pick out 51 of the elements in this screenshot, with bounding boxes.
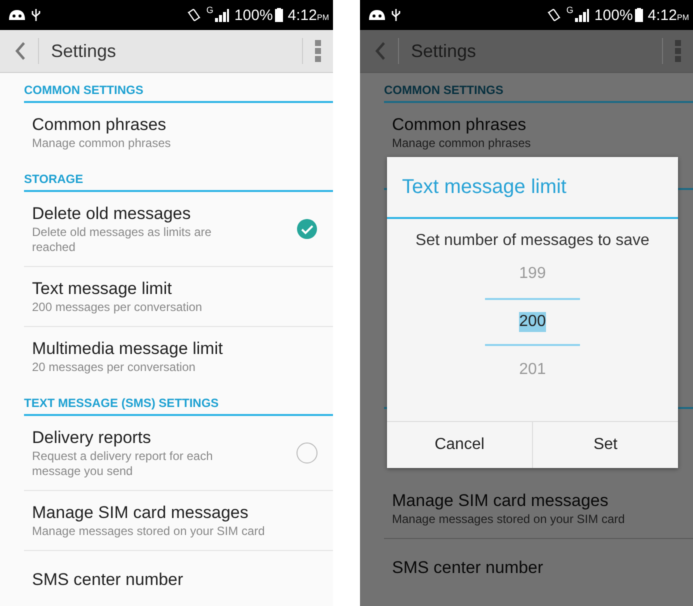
checkbox[interactable] [296, 218, 318, 240]
setting-summary: Request a delivery report for each message you send [32, 449, 214, 479]
overflow-menu-icon[interactable] [315, 40, 321, 62]
robot-icon [368, 9, 386, 21]
setting-title[interactable]: Manage SIM card messages [392, 490, 678, 512]
section-header: TEXT MESSAGE (SMS) SETTINGS [24, 396, 219, 410]
clock: 4:12PM [288, 6, 329, 24]
vibrate-icon [187, 8, 202, 22]
dialog-button[interactable]: Set [532, 422, 678, 468]
section-header: STORAGE [24, 172, 84, 186]
overflow-menu-icon[interactable] [675, 40, 681, 62]
robot-icon [8, 9, 26, 21]
section-header: COMMON SETTINGS [384, 83, 504, 97]
usb-icon [391, 8, 401, 22]
section-header: COMMON SETTINGS [24, 83, 144, 97]
battery-percent: 100% [594, 6, 633, 24]
setting-title[interactable]: SMS center number [32, 569, 318, 591]
setting-title[interactable]: Manage SIM card messages [32, 502, 318, 524]
back-icon[interactable] [374, 41, 386, 61]
back-icon[interactable] [14, 41, 26, 61]
setting-title[interactable]: Common phrases [392, 114, 678, 136]
setting-summary: Delete old messages as limits are reached [32, 225, 212, 255]
setting-summary: Manage common phrases [392, 136, 532, 151]
number-picker-value[interactable]: 200 [519, 312, 546, 332]
setting-title[interactable]: Multimedia message limit [32, 338, 318, 360]
network-type: G [206, 5, 214, 15]
setting-title[interactable]: Common phrases [32, 114, 318, 136]
vibrate-icon [547, 8, 562, 22]
battery-percent: 100% [234, 6, 273, 24]
battery-icon [634, 8, 643, 22]
signal-icon [575, 8, 590, 22]
network-type: G [566, 5, 574, 15]
battery-icon [274, 8, 283, 22]
setting-summary: 20 messages per conversation [32, 360, 196, 375]
setting-title[interactable]: Text message limit [32, 278, 318, 300]
screen-title: Settings [51, 40, 116, 62]
setting-summary: Manage common phrases [32, 136, 172, 151]
setting-summary: Manage messages stored on your SIM card [32, 524, 266, 539]
dialog-button[interactable]: Cancel [387, 422, 532, 468]
setting-summary: Manage messages stored on your SIM card [392, 512, 626, 527]
usb-icon [31, 8, 41, 22]
checkbox[interactable] [296, 442, 318, 464]
clock: 4:12PM [648, 6, 689, 24]
dialog-title: Text message limit [401, 175, 566, 200]
dialog-message: Set number of messages to save [416, 232, 650, 250]
setting-title[interactable]: Delivery reports [32, 427, 296, 449]
signal-icon [215, 8, 230, 22]
screen-title: Settings [411, 40, 476, 62]
setting-title[interactable]: SMS center number [392, 557, 678, 579]
setting-title[interactable]: Delete old messages [32, 203, 296, 225]
setting-summary: 200 messages per conversation [32, 300, 204, 315]
